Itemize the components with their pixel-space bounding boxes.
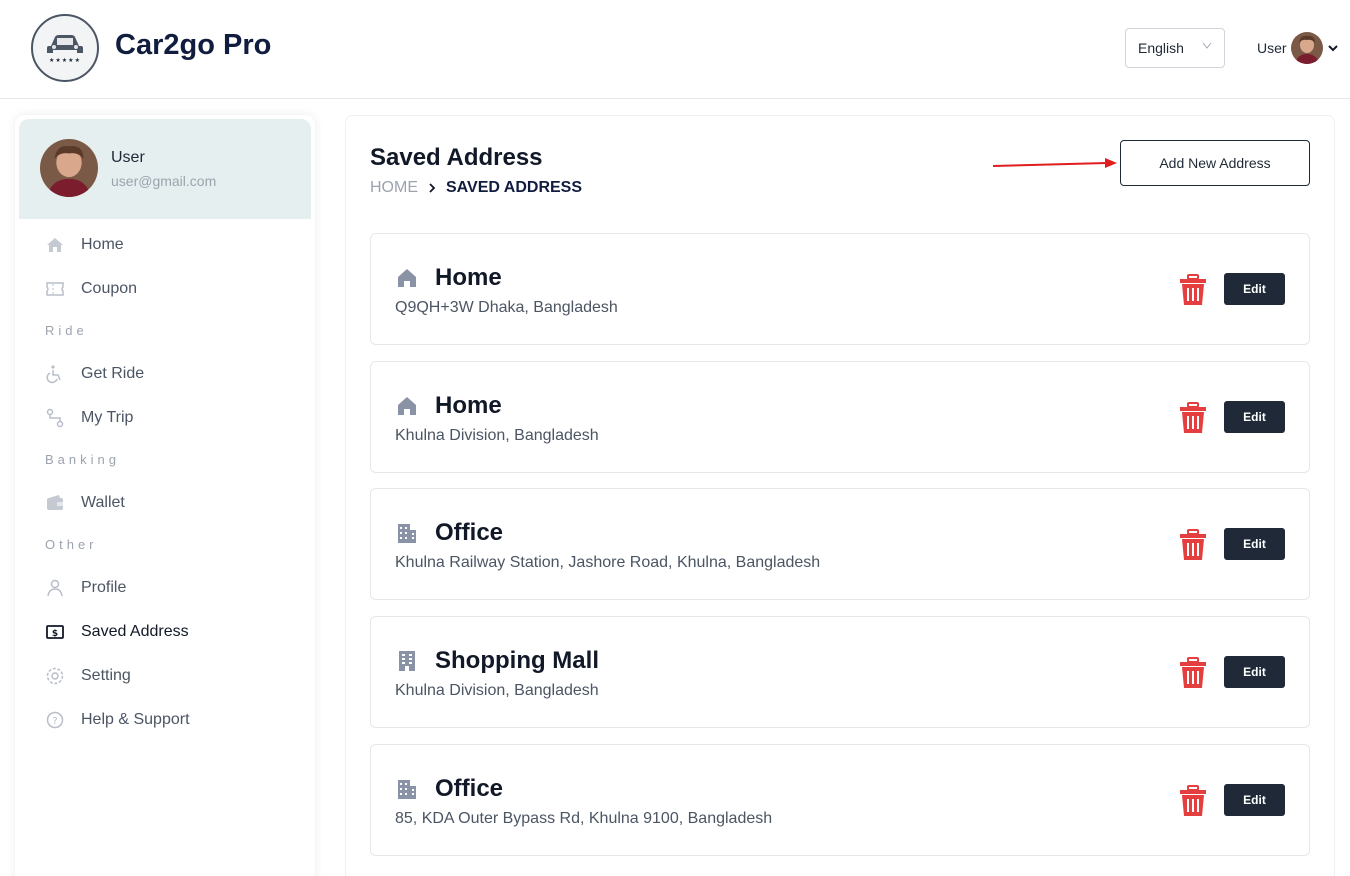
svg-text:$: $ xyxy=(52,629,58,639)
wallet-icon xyxy=(45,493,65,513)
avatar[interactable] xyxy=(1290,32,1323,64)
user-menu[interactable]: User xyxy=(1257,32,1339,64)
nav-section-other: Other xyxy=(45,537,98,552)
user-icon xyxy=(45,578,65,598)
chevron-down-icon xyxy=(1202,42,1212,49)
office-building-icon xyxy=(395,521,419,545)
home-icon xyxy=(45,235,65,255)
address-text: Khulna Division, Bangladesh xyxy=(395,427,599,444)
office-building-icon xyxy=(395,777,419,801)
avatar[interactable] xyxy=(40,139,98,197)
sidebar-item-setting[interactable]: Setting xyxy=(45,664,131,688)
address-text: 85, KDA Outer Bypass Rd, Khulna 9100, Ba… xyxy=(395,810,773,827)
sidebar-item-my-trip[interactable]: My Trip xyxy=(45,406,133,430)
gear-icon xyxy=(45,666,65,686)
sidebar-item-label: Setting xyxy=(81,667,131,684)
sidebar-item-label: Coupon xyxy=(81,280,138,297)
language-value: English xyxy=(1138,40,1184,56)
svg-text:?: ? xyxy=(52,716,57,727)
address-type: Office xyxy=(435,775,504,802)
ticket-icon xyxy=(45,279,65,299)
address-text: Q9QH+3W Dhaka, Bangladesh xyxy=(395,299,618,316)
language-select[interactable]: English xyxy=(1125,28,1225,68)
annotation-arrow-icon xyxy=(992,158,1117,168)
address-card[interactable]: Shopping Mall Khulna Division, Banglades… xyxy=(370,616,1310,728)
sidebar-item-label: Get Ride xyxy=(81,365,145,382)
profile-card[interactable]: User user@gmail.com xyxy=(19,119,311,219)
route-icon xyxy=(45,408,65,428)
mall-building-icon xyxy=(395,649,419,673)
sidebar-item-label: Help & Support xyxy=(81,711,190,728)
sidebar-item-coupon[interactable]: Coupon xyxy=(45,277,137,301)
profile-email: user@gmail.com xyxy=(111,173,217,189)
breadcrumb-current: SAVED ADDRESS xyxy=(446,179,583,196)
trash-icon[interactable] xyxy=(1179,274,1207,306)
nav-section-banking: Banking xyxy=(45,452,120,467)
edit-button[interactable]: Edit xyxy=(1224,528,1285,560)
chevron-right-icon xyxy=(429,183,436,193)
wheelchair-icon xyxy=(45,364,65,384)
sidebar-item-home[interactable]: Home xyxy=(45,233,124,257)
chevron-down-icon[interactable] xyxy=(1327,42,1339,54)
sidebar: User user@gmail.com Home Coupon Ride Get… xyxy=(15,115,315,876)
edit-button[interactable]: Edit xyxy=(1224,656,1285,688)
sidebar-item-help[interactable]: ? Help & Support xyxy=(45,708,190,732)
address-card[interactable]: Office 85, KDA Outer Bypass Rd, Khulna 9… xyxy=(370,744,1310,856)
sidebar-item-label: Saved Address xyxy=(81,623,189,640)
trash-icon[interactable] xyxy=(1179,402,1207,434)
breadcrumb: HOME SAVED ADDRESS xyxy=(370,179,582,197)
address-text: Khulna Railway Station, Jashore Road, Kh… xyxy=(395,554,821,571)
sidebar-item-label: Wallet xyxy=(81,494,125,511)
trash-icon[interactable] xyxy=(1179,657,1207,689)
house-icon xyxy=(395,266,419,290)
nav-section-ride: Ride xyxy=(45,323,88,338)
edit-button[interactable]: Edit xyxy=(1224,273,1285,305)
address-card[interactable]: Home Q9QH+3W Dhaka, Bangladesh Edit xyxy=(370,233,1310,345)
edit-button[interactable]: Edit xyxy=(1224,784,1285,816)
sidebar-item-saved-address[interactable]: $ Saved Address xyxy=(45,620,189,644)
edit-button[interactable]: Edit xyxy=(1224,401,1285,433)
sidebar-item-wallet[interactable]: Wallet xyxy=(45,491,125,515)
trash-icon[interactable] xyxy=(1179,785,1207,817)
breadcrumb-home[interactable]: HOME xyxy=(370,179,418,197)
sidebar-item-label: Home xyxy=(81,236,124,253)
sidebar-item-label: Profile xyxy=(81,579,127,596)
sidebar-item-profile[interactable]: Profile xyxy=(45,576,126,600)
address-type: Shopping Mall xyxy=(435,647,599,674)
address-text: Khulna Division, Bangladesh xyxy=(395,682,599,699)
page-title: Saved Address xyxy=(370,144,543,171)
logo-stars: ★★★★★ xyxy=(49,58,81,64)
money-card-icon: $ xyxy=(45,622,65,642)
user-menu-label: User xyxy=(1257,40,1287,56)
top-header: ★★★★★ Car2go Pro English User xyxy=(0,0,1350,99)
sidebar-item-label: My Trip xyxy=(81,409,134,426)
address-card[interactable]: Home Khulna Division, Bangladesh Edit xyxy=(370,361,1310,473)
add-new-address-button[interactable]: Add New Address xyxy=(1120,140,1310,186)
address-type: Office xyxy=(435,519,504,546)
address-card[interactable]: Office Khulna Railway Station, Jashore R… xyxy=(370,488,1310,600)
address-type: Home xyxy=(435,264,502,291)
address-type: Home xyxy=(435,392,502,419)
sidebar-item-get-ride[interactable]: Get Ride xyxy=(45,362,144,386)
brand-title[interactable]: Car2go Pro xyxy=(115,29,271,62)
profile-name: User xyxy=(111,149,145,166)
house-icon xyxy=(395,394,419,418)
help-circle-icon: ? xyxy=(45,710,65,730)
main-panel: Saved Address HOME SAVED ADDRESS Add New… xyxy=(345,115,1335,876)
car-logo-icon[interactable]: ★★★★★ xyxy=(31,14,99,82)
trash-icon[interactable] xyxy=(1179,529,1207,561)
